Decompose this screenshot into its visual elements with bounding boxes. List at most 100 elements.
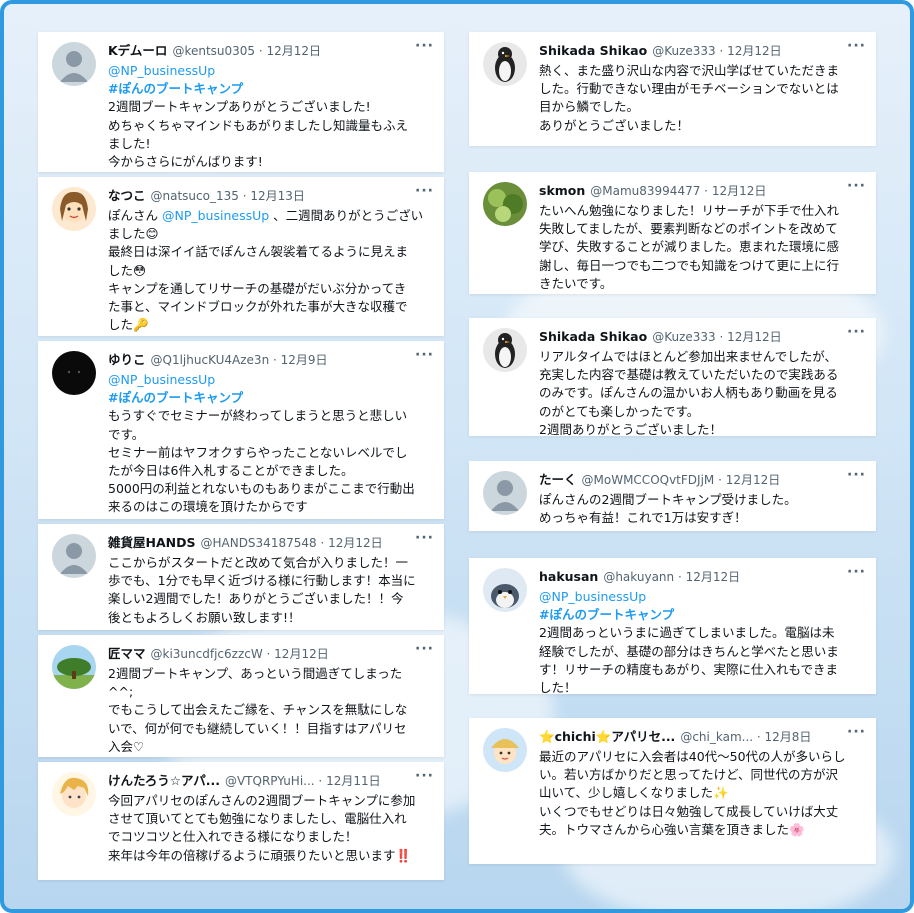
display-name[interactable]: Kデムーロ [108,43,167,58]
more-options-icon[interactable]: ··· [847,467,866,483]
tweet-text-line: 楽しい2週間でした！ありがとうございました！！今 [108,591,404,607]
tweet-date[interactable]: 12月12日 [328,536,383,550]
hashtag-link[interactable]: #ぽんのブートキャンプ [539,606,866,624]
avatar[interactable] [52,645,96,689]
more-options-icon[interactable]: ··· [415,530,434,546]
tweet-date[interactable]: 12月11日 [326,774,381,788]
separator-dot: · [674,570,686,584]
tweet-text-line: 後ともよろしくお願い致します!！ [108,609,301,625]
avatar[interactable] [52,42,96,86]
avatar[interactable] [483,42,527,86]
tweet-date[interactable]: 12月9日 [281,353,328,367]
tweet-card[interactable]: 匠ママ @ki3uncdfjc6zzcW · 12月12日 ··· 2週間ブートキャン… [38,635,444,757]
user-handle[interactable]: @Mamu83994477 · 12月12日 [590,184,766,198]
mention-link[interactable]: @NP_businessUp [539,588,866,606]
more-options-icon[interactable]: ··· [847,38,866,54]
user-handle[interactable]: @HANDS34187548 · 12月12日 [200,536,382,550]
user-handle[interactable]: @Kuze333 · 12月12日 [652,44,781,58]
mention-link[interactable]: @NP_businessUp [108,62,434,80]
tweet-text-line: い。若い方ばかりだと思ってたけど、同世代の方が沢 [539,767,839,783]
tweet-body: 今回アパリセのぽんさんの2週間ブートキャンプに参加 させて頂いてとても勉強になりま… [108,792,434,865]
avatar[interactable] [483,728,527,772]
user-handle[interactable]: @MoWMCCOQvtFDJjM · 12月12日 [582,473,781,487]
tweet-date[interactable]: 12月12日 [712,184,767,198]
tweet-date[interactable]: 12月8日 [765,730,812,744]
more-options-icon[interactable]: ··· [847,564,866,580]
tweet-date[interactable]: 12月12日 [274,647,329,661]
avatar[interactable] [483,182,527,226]
avatar[interactable] [52,772,96,816]
display-name[interactable]: hakusan [539,569,598,584]
display-name[interactable]: skmon [539,183,585,198]
display-name[interactable]: 雑貨屋HANDS [108,535,195,550]
handle-text: @hakuyann [603,570,675,584]
user-handle[interactable]: @kentsu0305 · 12月12日 [172,44,321,58]
display-name[interactable]: 匠ママ [108,646,146,661]
tweet-text-line: 熱く、また盛り沢山な内容で沢山学ばせていただきま [539,63,840,78]
display-name[interactable]: Shikada Shikao [539,329,647,344]
tweet-card[interactable]: たーく @MoWMCCOQvtFDJjM · 12月12日 ··· ぽんさんの2週間ブ… [469,461,876,531]
more-options-icon[interactable]: ··· [415,347,434,363]
tweet-date[interactable]: 12月12日 [267,44,322,58]
user-handle[interactable]: @hakuyann · 12月12日 [603,570,740,584]
user-handle[interactable]: @chi_kam... · 12月8日 [680,730,811,744]
hashtag-link[interactable]: #ぽんのブートキャンプ [108,80,434,98]
tweet-header: ⭐chichi⭐アパリセ... @chi_kam... · 12月8日 [539,728,846,746]
tweet-card[interactable]: ゆりこ @Q1ljhucKU4Aze3n · 12月9日 ··· @NP_busine… [38,341,444,519]
more-options-icon[interactable]: ··· [847,724,866,740]
avatar[interactable] [52,534,96,578]
tweet-card[interactable]: skmon @Mamu83994477 · 12月12日 ··· たいへん勉強になりま… [469,172,876,294]
avatar[interactable] [52,187,96,231]
display-name[interactable]: なつこ [108,188,146,203]
more-options-icon[interactable]: ··· [847,324,866,340]
more-options-icon[interactable]: ··· [415,183,434,199]
tweet-text-line: キャンプを通してリサーチの基礎がだいぶ分かってき [108,280,407,296]
tweet-body: ぽんさんの2週間ブートキャンプ受けました。 めっちゃ有益！これで1万は安すぎ！ [539,491,866,527]
more-options-icon[interactable]: ··· [415,38,434,54]
handle-text: @Q1ljhucKU4Aze3n [150,353,270,367]
display-name[interactable]: Shikada Shikao [539,43,647,58]
tweet-date[interactable]: 12月12日 [686,570,741,584]
display-name[interactable]: ゆりこ [108,352,146,367]
user-handle[interactable]: @natsuco_135 · 12月13日 [151,189,305,203]
more-options-icon[interactable]: ··· [415,641,434,657]
user-handle[interactable]: @VTQRPYuHi... · 12月11日 [225,774,381,788]
mention-link[interactable]: @NP_businessUp [162,208,269,223]
display-name[interactable]: ⭐chichi⭐アパリセ... [539,729,675,744]
tweet-text-line: 2週間ありがとうございました！ [539,421,722,437]
avatar[interactable] [52,351,96,395]
avatar[interactable] [483,328,527,372]
handle-text: @MoWMCCOQvtFDJjM [581,473,715,487]
tweet-body: @NP_businessUp #ぽんのブートキャンプ 2週間ブートキャンプありがとう… [108,62,434,171]
tweet-card[interactable]: なつこ @natsuco_135 · 12月13日 ··· ぽんさん @NP_busi… [38,177,444,336]
tweet-card[interactable]: 雑貨屋HANDS @HANDS34187548 · 12月12日 ··· ここからがス… [38,524,444,630]
avatar[interactable] [483,471,527,515]
tweet-card[interactable]: けんたろう☆アパ... @VTQRPYuHi... · 12月11日 ··· 今回アパ… [38,762,444,880]
tweet-card[interactable]: Shikada Shikao @Kuze333 · 12月12日 ··· 熱く、また盛… [469,32,876,146]
more-options-icon[interactable]: ··· [415,768,434,784]
tweet-date[interactable]: 12月12日 [727,330,782,344]
tweet-header: たーく @MoWMCCOQvtFDJjM · 12月12日 [539,471,846,489]
mention-link[interactable]: @NP_businessUp [108,371,434,389]
tweet-date[interactable]: 12月13日 [250,189,305,203]
avatar[interactable] [483,568,527,612]
tweet-card[interactable]: ⭐chichi⭐アパリセ... @chi_kam... · 12月8日 ··· 最近の… [469,718,876,864]
separator-dot: · [269,353,281,367]
tweet-header: 雑貨屋HANDS @HANDS34187548 · 12月12日 [108,534,414,552]
more-options-icon[interactable]: ··· [847,178,866,194]
tweet-text-line: 謝し、毎日一つでも二つでも知識をつけて更に上に行 [539,257,840,273]
separator-dot: · [715,44,728,58]
display-name[interactable]: たーく [539,472,577,487]
tweet-card[interactable]: Kデムーロ @kentsu0305 · 12月12日 ··· @NP_business… [38,32,444,172]
tweet-card[interactable]: Shikada Shikao @Kuze333 · 12月12日 ··· リアルタイム… [469,318,876,437]
tweet-date[interactable]: 12月12日 [727,44,782,58]
user-handle[interactable]: @Q1ljhucKU4Aze3n · 12月9日 [151,353,328,367]
tweet-date[interactable]: 12月12日 [726,473,781,487]
handle-text: @natsuco_135 [150,189,239,203]
tweet-body: @NP_businessUp #ぽんのブートキャンプ もうすぐでセミナーが終わってし… [108,371,434,517]
user-handle[interactable]: @Kuze333 · 12月12日 [652,330,781,344]
user-handle[interactable]: @ki3uncdfjc6zzcW · 12月12日 [151,647,329,661]
display-name[interactable]: けんたろう☆アパ... [108,773,220,788]
tweet-card[interactable]: hakusan @hakuyann · 12月12日 ··· @NP_business… [469,558,876,695]
hashtag-link[interactable]: #ぽんのブートキャンプ [108,389,434,407]
